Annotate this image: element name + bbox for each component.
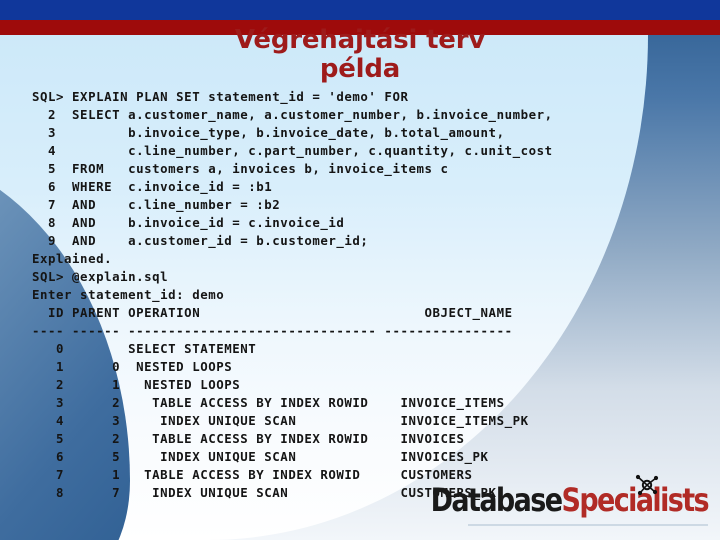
console-line: 2 1 NESTED LOOPS [32, 377, 241, 392]
console-line: ---- ------ ----------------------------… [32, 323, 513, 338]
console-line: 1 0 NESTED LOOPS [32, 359, 233, 374]
console-line: 5 2 TABLE ACCESS BY INDEX ROWID INVOICES [32, 431, 465, 446]
slide-canvas: Végrehajtási terv példa SQL> EXPLAIN PLA… [0, 0, 720, 540]
console-line: SQL> @explain.sql [32, 269, 169, 284]
console-line: 9 AND a.customer_id = b.customer_id; [32, 233, 369, 248]
console-line: 4 c.line_number, c.part_number, c.quanti… [32, 143, 553, 158]
console-line: ID PARENT OPERATION OBJECT_NAME [32, 305, 513, 320]
logo-word-database: Database [430, 482, 563, 520]
slide-title: Végrehajtási terv példa [234, 25, 486, 84]
console-line: Explained. [32, 251, 113, 266]
console-line: 4 3 INDEX UNIQUE SCAN INVOICE_ITEMS_PK [32, 413, 529, 428]
console-line: 7 AND c.line_number = :b2 [32, 197, 281, 212]
console-line: 2 SELECT a.customer_name, a.customer_num… [32, 107, 553, 122]
header-blue-bar [0, 0, 720, 20]
console-line: 6 5 INDEX UNIQUE SCAN INVOICES_PK [32, 449, 489, 464]
logo-underline [468, 524, 708, 526]
console-line: 6 WHERE c.invoice_id = :b1 [32, 179, 273, 194]
console-line: SQL> EXPLAIN PLAN SET statement_id = 'de… [32, 89, 409, 104]
console-line: Enter statement_id: demo [32, 287, 225, 302]
database-specialists-logo: DatabaseSpecialists [431, 485, 710, 526]
console-line: 3 2 TABLE ACCESS BY INDEX ROWID INVOICE_… [32, 395, 505, 410]
console-line: 7 1 TABLE ACCESS BY INDEX ROWID CUSTOMER… [32, 467, 473, 482]
console-line: 8 AND b.invoice_id = c.invoice_id [32, 215, 345, 230]
database-specialists-logo-mark [634, 472, 660, 498]
console-line: 5 FROM customers a, invoices b, invoice_… [32, 161, 449, 176]
console-line: 3 b.invoice_type, b.invoice_date, b.tota… [32, 125, 505, 140]
sql-console-output: SQL> EXPLAIN PLAN SET statement_id = 'de… [32, 88, 553, 502]
console-line: 0 SELECT STATEMENT [32, 341, 257, 356]
